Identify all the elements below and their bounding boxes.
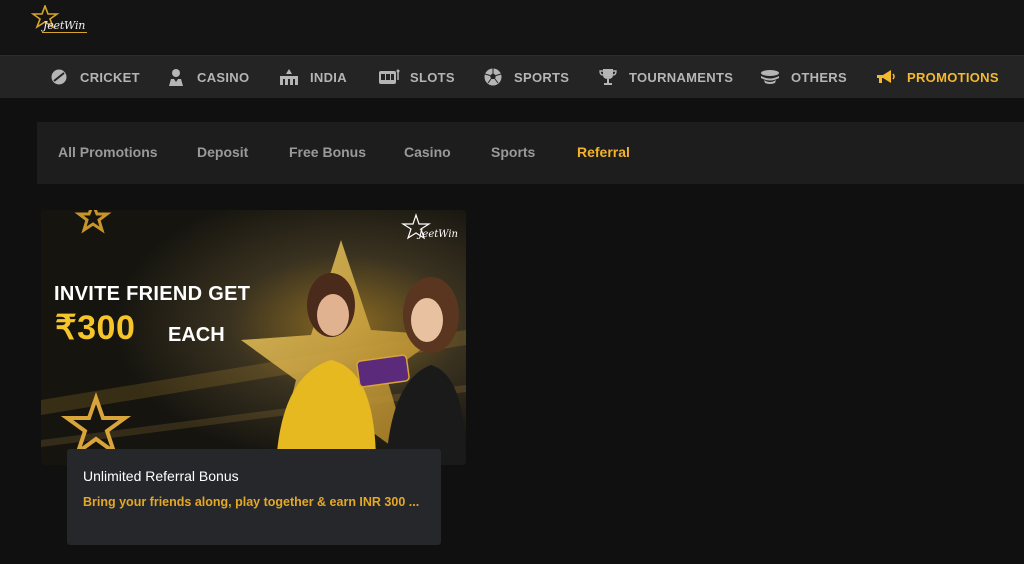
tab-referral[interactable]: Referral — [577, 144, 630, 160]
top-bar: JeetWin — [0, 0, 1024, 54]
tab-casino[interactable]: Casino — [404, 144, 451, 160]
stack-icon — [759, 67, 781, 87]
promo-card[interactable]: Unlimited Referral Bonus Bring your frie… — [67, 449, 441, 545]
trophy-icon — [597, 67, 619, 87]
promo-description: Bring your friends along, play together … — [83, 495, 420, 509]
nav-item-sports[interactable]: SPORTS — [482, 56, 569, 98]
banner-suffix: EACH — [168, 324, 225, 346]
tab-sports[interactable]: Sports — [491, 144, 535, 160]
nav-item-tournaments[interactable]: TOURNAMENTS — [597, 56, 733, 98]
slot-machine-icon — [378, 67, 400, 87]
casino-dealer-icon — [165, 67, 187, 87]
nav-item-cricket[interactable]: CRICKET — [48, 56, 140, 98]
logo-underline — [42, 32, 87, 33]
soccer-ball-icon — [482, 67, 504, 87]
nav-item-slots[interactable]: SLOTS — [378, 56, 455, 98]
logo-text: JeetWin — [43, 19, 86, 32]
nav-item-promotions[interactable]: PROMOTIONS — [875, 56, 999, 98]
nav-item-casino[interactable]: CASINO — [165, 56, 249, 98]
megaphone-icon — [875, 67, 897, 87]
tab-all-promotions[interactable]: All Promotions — [58, 144, 158, 160]
banner-amount: ₹300 — [55, 309, 136, 347]
cricket-ball-icon — [48, 67, 70, 87]
india-temple-icon — [278, 67, 300, 87]
banner-headline: INVITE FRIEND GET — [54, 283, 251, 305]
promotion-tabs: All Promotions Deposit Free Bonus Casino… — [37, 122, 1024, 184]
nav-item-others[interactable]: OTHERS — [759, 56, 847, 98]
nav-item-india[interactable]: INDIA — [278, 56, 347, 98]
promo-banner[interactable]: JeetWin INVITE FRIEND GET ₹300 EACH — [41, 210, 466, 465]
tab-deposit[interactable]: Deposit — [197, 144, 248, 160]
banner-logo-text: JeetWin — [418, 229, 458, 240]
jeetwin-logo[interactable]: JeetWin — [31, 5, 91, 39]
promo-title: Unlimited Referral Bonus — [83, 468, 239, 484]
main-nav: CRICKET CASINO INDIA SLOTS SPORTS TOURNA… — [0, 55, 1024, 98]
tab-free-bonus[interactable]: Free Bonus — [289, 144, 366, 160]
